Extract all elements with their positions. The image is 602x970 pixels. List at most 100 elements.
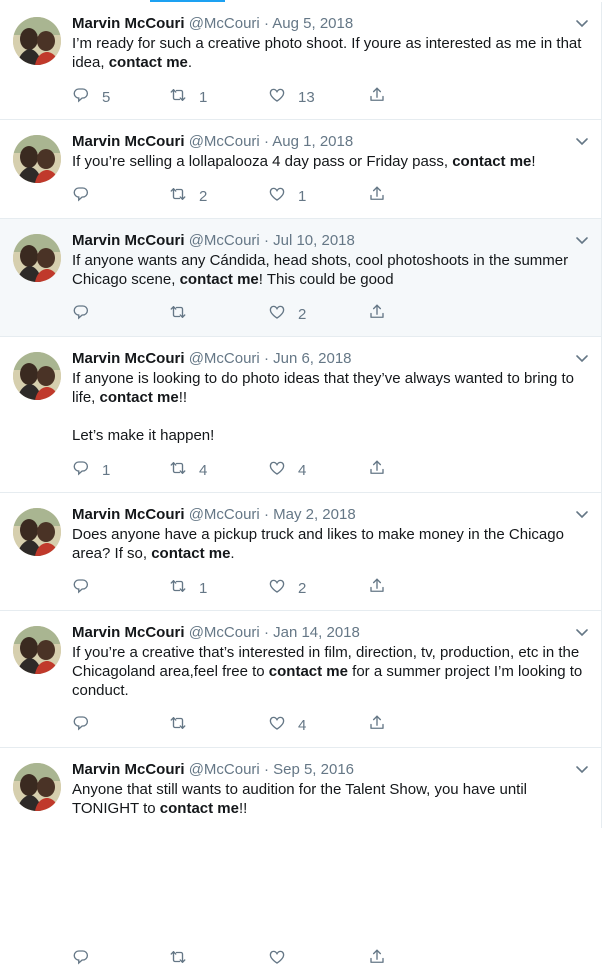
avatar[interactable] (13, 626, 61, 674)
user-name[interactable]: Marvin McCouri (72, 15, 185, 32)
tweet-content: Marvin McCouri @McCouri · Jun 6, 2018 If … (72, 349, 583, 445)
tweet-actions: 4 (72, 714, 402, 734)
user-name[interactable]: Marvin McCouri (72, 624, 185, 641)
like-count: 13 (298, 88, 315, 106)
like-button[interactable]: 4 (268, 714, 308, 736)
heart-icon (268, 948, 298, 970)
tweet-date[interactable]: May 2, 2018 (273, 506, 356, 523)
reply-button[interactable]: 1 (72, 459, 112, 481)
reply-icon (72, 303, 102, 325)
reply-count: 5 (102, 88, 111, 106)
tweet-item[interactable]: Marvin McCouri @McCouri · Jul 10, 2018 If… (0, 219, 601, 337)
tweet-date[interactable]: Jul 10, 2018 (273, 232, 355, 249)
user-handle[interactable]: @McCouri (189, 133, 260, 150)
share-button[interactable] (368, 303, 398, 325)
avatar[interactable] (13, 17, 61, 65)
user-handle[interactable]: @McCouri (189, 624, 260, 641)
user-name[interactable]: Marvin McCouri (72, 232, 185, 249)
tweet-item[interactable]: Marvin McCouri @McCouri · Aug 5, 2018 I’m… (0, 2, 601, 120)
like-button[interactable]: 2 (268, 303, 308, 325)
heart-icon (268, 459, 298, 481)
separator: · (263, 232, 269, 249)
user-handle[interactable]: @McCouri (189, 15, 260, 32)
like-count: 2 (298, 305, 307, 323)
tweet-content: Marvin McCouri @McCouri · Aug 5, 2018 I’m… (72, 14, 583, 72)
user-name[interactable]: Marvin McCouri (72, 506, 185, 523)
tweet-text-post: ! (531, 153, 536, 170)
reply-icon (72, 459, 102, 481)
reply-button[interactable] (72, 577, 112, 599)
tweet-text-post: ! This could be good (258, 271, 394, 288)
tweet-item[interactable]: Marvin McCouri @McCouri · Aug 1, 2018 If … (0, 120, 601, 219)
reply-button[interactable] (72, 714, 112, 736)
user-name[interactable]: Marvin McCouri (72, 761, 185, 778)
tweet-content: Marvin McCouri @McCouri · Jan 14, 2018 If… (72, 623, 583, 700)
share-button[interactable] (368, 714, 398, 736)
retweet-button[interactable]: 1 (169, 86, 209, 108)
separator: · (263, 15, 269, 32)
share-button[interactable] (368, 459, 398, 481)
reply-button[interactable] (72, 948, 112, 970)
tweet-date[interactable]: Jan 14, 2018 (273, 624, 360, 641)
like-button[interactable]: 2 (268, 577, 308, 599)
tweet-actions (72, 948, 402, 968)
tweet-date[interactable]: Aug 5, 2018 (272, 15, 353, 32)
tweet-date[interactable]: Jun 6, 2018 (273, 350, 351, 367)
like-button[interactable]: 4 (268, 459, 308, 481)
retweet-icon (169, 577, 199, 599)
tweet-content: Marvin McCouri @McCouri · May 2, 2018 Doe… (72, 505, 583, 563)
share-button[interactable] (368, 948, 398, 970)
avatar[interactable] (13, 135, 61, 183)
like-button[interactable] (268, 948, 308, 970)
tweet-item[interactable]: Marvin McCouri @McCouri · Jan 14, 2018 If… (0, 611, 601, 748)
user-handle[interactable]: @McCouri (189, 350, 260, 367)
share-icon (368, 948, 398, 970)
retweet-button[interactable] (169, 714, 209, 736)
tweet-actions: 12 (72, 577, 402, 597)
user-name[interactable]: Marvin McCouri (72, 133, 185, 150)
tweet-item[interactable]: Marvin McCouri @McCouri · Jun 6, 2018 If … (0, 337, 601, 493)
like-button[interactable]: 13 (268, 86, 315, 108)
reply-button[interactable] (72, 303, 112, 325)
tweet-actions: 2 (72, 303, 402, 323)
separator: · (263, 624, 269, 641)
tweet-text-bold: contact me (108, 54, 188, 71)
tweet-text-post: !! (239, 800, 248, 817)
retweet-button[interactable]: 4 (169, 459, 209, 481)
retweet-icon (169, 86, 199, 108)
avatar[interactable] (13, 234, 61, 282)
user-handle[interactable]: @McCouri (189, 761, 260, 778)
user-handle[interactable]: @McCouri (189, 506, 260, 523)
avatar[interactable] (13, 352, 61, 400)
like-button[interactable]: 1 (268, 185, 308, 207)
avatar[interactable] (13, 763, 61, 811)
user-name[interactable]: Marvin McCouri (72, 350, 185, 367)
tweet-date[interactable]: Aug 1, 2018 (272, 133, 353, 150)
retweet-button[interactable]: 1 (169, 577, 209, 599)
tweet-header: Marvin McCouri @McCouri · Jan 14, 2018 (72, 623, 583, 643)
user-handle[interactable]: @McCouri (189, 232, 260, 249)
avatar[interactable] (13, 508, 61, 556)
retweet-button[interactable] (169, 303, 209, 325)
retweet-button[interactable] (169, 948, 209, 970)
tweet-text-pre: Does anyone have a pickup truck and like… (72, 526, 569, 562)
heart-icon (268, 86, 298, 108)
tweet-text: If you’re a creative that’s interested i… (72, 643, 583, 700)
tweet-header: Marvin McCouri @McCouri · Aug 5, 2018 (72, 14, 583, 34)
retweet-icon (169, 185, 199, 207)
retweet-button[interactable]: 2 (169, 185, 209, 207)
tweet-text: Anyone that still wants to audition for … (72, 780, 583, 818)
like-count: 4 (298, 716, 307, 734)
tweet-item[interactable]: Marvin McCouri @McCouri · May 2, 2018 Doe… (0, 493, 601, 611)
share-icon (368, 86, 398, 108)
reply-icon (72, 577, 102, 599)
reply-icon (72, 948, 102, 970)
share-button[interactable] (368, 577, 398, 599)
reply-button[interactable] (72, 185, 112, 207)
share-button[interactable] (368, 185, 398, 207)
reply-button[interactable]: 5 (72, 86, 112, 108)
share-button[interactable] (368, 86, 398, 108)
retweet-count: 4 (199, 461, 208, 479)
tweet-date[interactable]: Sep 5, 2016 (273, 761, 354, 778)
tweet-item[interactable]: Marvin McCouri @McCouri · Sep 5, 2016 Any… (0, 748, 601, 965)
